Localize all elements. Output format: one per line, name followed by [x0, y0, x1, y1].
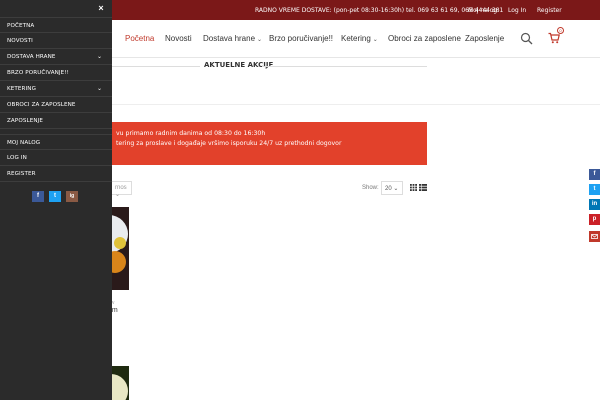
- mobile-side-menu: × POČETNA NOVOSTI DOSTAVA HRANE ⌄ BRZO PO…: [0, 0, 112, 400]
- divider: [112, 104, 600, 105]
- nav-item-ketering[interactable]: Ketering ⌄: [341, 34, 378, 43]
- side-menu-label: POČETNA: [7, 23, 35, 29]
- side-menu-label: KETERING: [7, 86, 37, 92]
- side-menu-label: REGISTER: [7, 171, 36, 177]
- chevron-down-icon: ⌄: [372, 37, 378, 43]
- side-menu-item-log-in[interactable]: LOG IN: [0, 150, 112, 166]
- side-menu-label: MOJ NALOG: [7, 140, 41, 146]
- login-link[interactable]: Log In: [508, 7, 526, 14]
- chevron-down-icon[interactable]: ⌄: [97, 85, 102, 92]
- share-linkedin[interactable]: in: [589, 199, 600, 210]
- divider: [112, 66, 200, 67]
- list-view-icon[interactable]: [419, 184, 427, 191]
- show-count-value: 20: [385, 186, 392, 192]
- cart-count-badge: 0: [557, 27, 564, 34]
- linkedin-icon: in: [589, 199, 600, 210]
- nav-item-pocetna[interactable]: Početna: [125, 34, 154, 43]
- instagram-icon[interactable]: ig: [66, 191, 78, 202]
- side-menu-label: ZAPOSLENJE: [7, 118, 44, 124]
- side-menu-label: BRZO PORUČIVANJE!!: [7, 70, 69, 76]
- food-shape: [114, 237, 126, 249]
- close-icon[interactable]: ×: [96, 3, 106, 13]
- side-menu-item-register[interactable]: REGISTER: [0, 166, 112, 182]
- delivery-notice: vu primamo radnim danima od 08:30 do 16:…: [100, 122, 427, 165]
- mail-icon: [589, 231, 600, 242]
- notice-line-1: vu primamo radnim danima od 08:30 do 16:…: [116, 130, 266, 137]
- section-title: AKTUELNE AKCIJE: [204, 61, 274, 69]
- section-heading: AKTUELNE AKCIJE: [112, 61, 432, 71]
- share-facebook[interactable]: f: [589, 169, 600, 180]
- nav-item-dostava-hrane[interactable]: Dostava hrane ⌄: [203, 34, 262, 43]
- my-account-link[interactable]: Moj nalog: [468, 7, 497, 14]
- delivery-hours-text: RADNO VREME DOSTAVE: (pon-pet 08:30-16:3…: [255, 7, 504, 14]
- nav-item-brzo-porucivanje[interactable]: Brzo poručivanje!!: [269, 34, 333, 43]
- side-menu-label: NOVOSTI: [7, 38, 33, 44]
- side-menu-item-obroci[interactable]: OBROCI ZA ZAPOSLENE: [0, 97, 112, 113]
- notice-line-2: tering za proslave i događaje vršimo isp…: [116, 140, 342, 147]
- nav-item-novosti[interactable]: Novosti: [165, 34, 192, 43]
- side-menu-item-novosti[interactable]: NOVOSTI: [0, 33, 112, 49]
- twitter-icon: t: [589, 184, 600, 195]
- nav-item-label: Dostava hrane: [203, 34, 256, 43]
- side-menu-item-moj-nalog[interactable]: MOJ NALOG: [0, 134, 112, 150]
- pinterest-icon: p: [589, 214, 600, 225]
- cart-icon[interactable]: [548, 32, 560, 44]
- nav-item-label: Ketering: [341, 34, 371, 43]
- search-icon[interactable]: [520, 32, 533, 45]
- share-pinterest[interactable]: p: [589, 214, 600, 225]
- sort-select-value: rnos: [115, 185, 127, 191]
- grid-view-icon[interactable]: [410, 184, 417, 191]
- side-menu-item-ketering[interactable]: KETERING ⌄: [0, 81, 112, 97]
- side-menu-item-pocetna[interactable]: POČETNA: [0, 17, 112, 33]
- side-menu-item-brzo-porucivanje[interactable]: BRZO PORUČIVANJE!!: [0, 65, 112, 81]
- side-menu-item-zaposlenje[interactable]: ZAPOSLENJE: [0, 113, 112, 129]
- nav-item-obroci[interactable]: Obroci za zaposlene: [388, 34, 461, 43]
- divider: [262, 66, 427, 67]
- chevron-down-icon: ⌄: [257, 37, 263, 43]
- share-email[interactable]: [589, 229, 600, 242]
- side-menu-label: LOG IN: [7, 155, 27, 161]
- side-menu-item-dostava-hrane[interactable]: DOSTAVA HRANE ⌄: [0, 49, 112, 65]
- nav-item-zaposlenje[interactable]: Zaposlenje: [465, 34, 504, 43]
- chevron-down-icon[interactable]: ⌄: [97, 53, 102, 60]
- side-menu-label: DOSTAVA HRANE: [7, 54, 56, 60]
- page: RADNO VREME DOSTAVE: (pon-pet 08:30-16:3…: [0, 0, 600, 400]
- register-link[interactable]: Register: [537, 7, 562, 14]
- show-label: Show:: [362, 185, 379, 191]
- chevron-down-icon: ⌄: [115, 192, 121, 198]
- share-twitter[interactable]: t: [589, 184, 600, 195]
- chevron-down-icon: ⌄: [393, 186, 399, 192]
- show-count-select[interactable]: 20 ⌄: [381, 181, 403, 195]
- twitter-icon[interactable]: t: [49, 191, 61, 202]
- side-menu-label: OBROCI ZA ZAPOSLENE: [7, 102, 76, 108]
- facebook-icon: f: [589, 169, 600, 180]
- facebook-icon[interactable]: f: [32, 191, 44, 202]
